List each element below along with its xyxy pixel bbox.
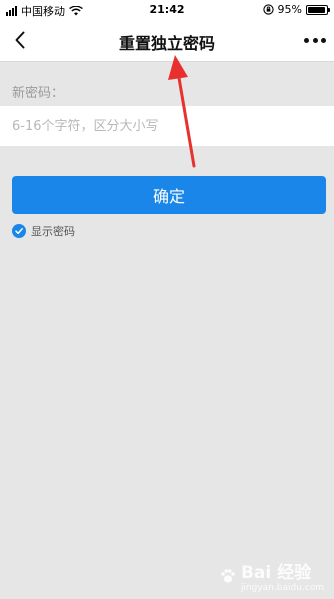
- page-title: 重置独立密码: [118, 34, 215, 53]
- new-password-row: [0, 106, 334, 146]
- checkmark-icon: [12, 224, 26, 238]
- battery-icon: [306, 4, 330, 15]
- more-dot: [312, 37, 318, 43]
- status-right: 95%: [262, 3, 330, 16]
- watermark-text: Bai 经验 jingyan.baidu.com: [241, 558, 324, 593]
- new-password-input[interactable]: [0, 106, 334, 146]
- more-button[interactable]: [304, 32, 326, 48]
- watermark: Bai 经验 jingyan.baidu.com: [219, 558, 324, 593]
- nav-bar: 重置独立密码: [0, 20, 334, 62]
- show-password-label: 显示密码: [31, 225, 75, 238]
- confirm-button[interactable]: 确定: [12, 176, 326, 214]
- more-dots-icon: [304, 37, 309, 43]
- show-password-toggle[interactable]: 显示密码: [12, 223, 75, 239]
- battery-percent: 95%: [277, 3, 302, 16]
- more-dot: [321, 37, 326, 43]
- status-bar: 中国移动 21:42 95%: [0, 0, 334, 20]
- orientation-lock-icon: [262, 4, 274, 15]
- check-glyph: [15, 228, 23, 235]
- paw-logo-icon: [221, 568, 235, 583]
- watermark-brand: Bai 经验: [240, 563, 312, 583]
- new-password-label: 新密码：: [12, 86, 65, 101]
- watermark-url: jingyan.baidu.com: [240, 583, 324, 593]
- battery-fill: [308, 6, 326, 13]
